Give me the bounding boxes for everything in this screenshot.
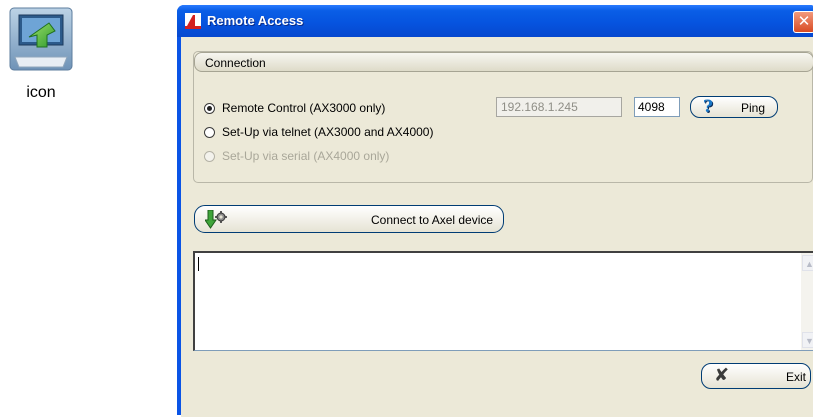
- ping-button-label: Ping: [741, 101, 766, 115]
- connect-button-label: Connect to Axel device: [371, 213, 494, 227]
- desktop-icon-label: icon: [26, 84, 56, 101]
- vertical-scrollbar[interactable]: ▲ ▼: [801, 253, 813, 350]
- scroll-down-arrow-icon[interactable]: ▼: [802, 332, 813, 348]
- title-bar[interactable]: Remote Access ✕: [177, 5, 813, 37]
- install-arrow-icon[interactable]: [9, 7, 73, 71]
- radio-button: [204, 150, 215, 162]
- radio-button[interactable]: [204, 102, 215, 114]
- close-icon: ✕: [797, 13, 811, 30]
- exit-x-icon: ✘: [714, 365, 730, 386]
- radio-remote-control[interactable]: Remote Control (AX3000 only): [204, 101, 385, 115]
- ip-address-input: [496, 97, 622, 117]
- connect-button[interactable]: Connect to Axel device: [194, 205, 504, 233]
- radio-button[interactable]: [204, 126, 215, 138]
- scroll-up-arrow-icon[interactable]: ▲: [802, 255, 813, 271]
- remote-access-window: Remote Access ✕ Connection Remote Contro…: [177, 5, 813, 417]
- window-client-area: Connection Remote Control (AX3000 only) …: [181, 37, 813, 417]
- log-textarea[interactable]: ▲ ▼: [193, 251, 813, 351]
- close-button[interactable]: ✕: [793, 11, 813, 33]
- radio-serial-setup: Set-Up via serial (AX4000 only): [204, 149, 389, 163]
- radio-label: Set-Up via telnet (AX3000 and AX4000): [222, 125, 434, 139]
- port-input[interactable]: [634, 97, 680, 117]
- radio-label: Set-Up via serial (AX4000 only): [222, 149, 390, 163]
- app-logo-icon: [185, 13, 201, 29]
- connection-group: Connection Remote Control (AX3000 only) …: [193, 51, 813, 183]
- exit-button-label: Exit: [786, 370, 807, 384]
- help-question-icon: ?: [703, 97, 713, 117]
- radio-telnet-setup[interactable]: Set-Up via telnet (AX3000 and AX4000): [204, 125, 433, 139]
- radio-label: Remote Control (AX3000 only): [222, 101, 386, 115]
- ping-button[interactable]: ? Ping: [690, 96, 778, 118]
- window-title: Remote Access: [207, 13, 304, 28]
- connection-header-label: Connection: [205, 56, 266, 70]
- text-caret: [198, 257, 199, 271]
- connect-arrow-gear-icon: [205, 210, 227, 229]
- connection-group-header: Connection: [194, 52, 813, 72]
- exit-button[interactable]: ✘ Exit: [701, 363, 811, 389]
